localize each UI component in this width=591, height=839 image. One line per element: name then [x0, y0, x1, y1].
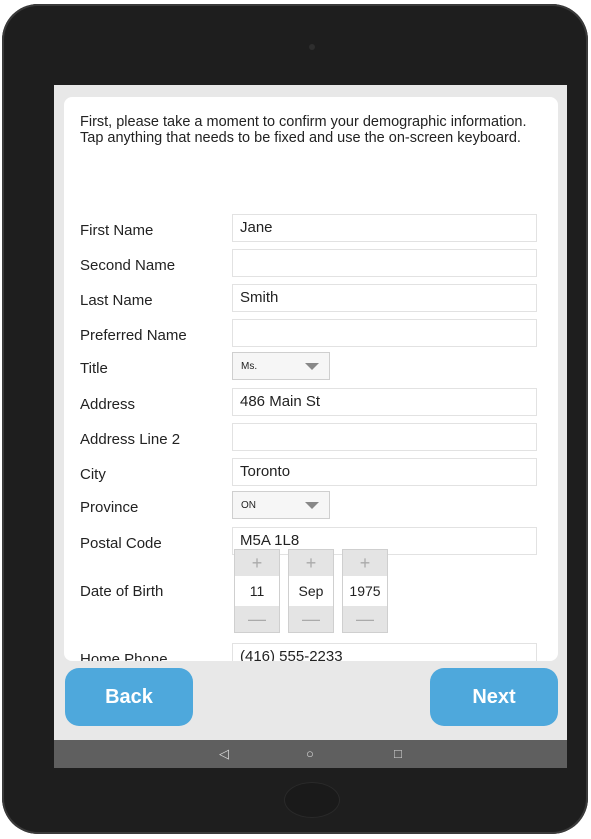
preferred-name-field[interactable]	[232, 319, 537, 347]
dob-month-value: Sep	[298, 583, 324, 599]
nav-home-icon[interactable]: ○	[306, 746, 314, 761]
last-name-field[interactable]: Smith	[232, 284, 537, 312]
title-select-value: Ms.	[241, 361, 258, 372]
province-select-value: ON	[241, 500, 256, 511]
android-nav-bar: ◁ ○ □	[54, 740, 567, 768]
city-field[interactable]: Toronto	[232, 458, 537, 486]
second-name-label: Second Name	[80, 257, 176, 274]
dob-month-increment-button[interactable]: +	[289, 550, 333, 576]
last-name-label: Last Name	[80, 292, 153, 309]
nav-recents-icon[interactable]: □	[394, 746, 402, 761]
second-name-field[interactable]	[232, 249, 537, 277]
date-of-birth-label: Date of Birth	[80, 583, 164, 600]
dob-month-spinner: + Sep —	[288, 549, 334, 633]
preferred-name-label: Preferred Name	[80, 327, 187, 344]
tablet-frame: First, please take a moment to confirm y…	[2, 4, 588, 834]
address-label: Address	[80, 396, 136, 413]
title-select[interactable]: Ms.	[232, 352, 330, 380]
back-button[interactable]: Back	[65, 668, 193, 726]
dob-month-decrement-button[interactable]: —	[289, 606, 333, 632]
dob-year-increment-button[interactable]: +	[343, 550, 387, 576]
first-name-label: First Name	[80, 222, 154, 239]
dob-day-decrement-button[interactable]: —	[235, 606, 279, 632]
intro-text: First, please take a moment to confirm y…	[80, 114, 527, 146]
demographics-form: First, please take a moment to confirm y…	[64, 97, 558, 661]
first-name-field[interactable]: Jane	[232, 214, 537, 242]
address-line-2-label: Address Line 2	[80, 431, 181, 448]
dob-day-value: 11	[249, 583, 265, 599]
dob-year-spinner: + 1975 —	[342, 549, 388, 633]
dob-day-spinner: + 11 —	[234, 549, 280, 633]
home-phone-label: Home Phone	[80, 651, 168, 661]
province-select[interactable]: ON	[232, 491, 330, 519]
dob-day-increment-button[interactable]: +	[235, 550, 279, 576]
city-label: City	[80, 466, 106, 483]
dob-year-value: 1975	[349, 583, 381, 599]
postal-code-label: Postal Code	[80, 535, 162, 552]
address-line-2-field[interactable]	[232, 423, 537, 451]
address-field[interactable]: 486 Main St	[232, 388, 537, 416]
screen: First, please take a moment to confirm y…	[54, 85, 567, 768]
province-label: Province	[80, 499, 139, 516]
dob-year-decrement-button[interactable]: —	[343, 606, 387, 632]
chevron-down-icon	[305, 502, 319, 509]
title-label: Title	[80, 360, 108, 377]
home-phone-field[interactable]: (416) 555-2233	[232, 643, 537, 661]
chevron-down-icon	[305, 363, 319, 370]
next-button[interactable]: Next	[430, 668, 558, 726]
camera-icon	[309, 44, 315, 50]
home-button[interactable]	[284, 782, 340, 818]
nav-back-icon[interactable]: ◁	[219, 746, 229, 762]
